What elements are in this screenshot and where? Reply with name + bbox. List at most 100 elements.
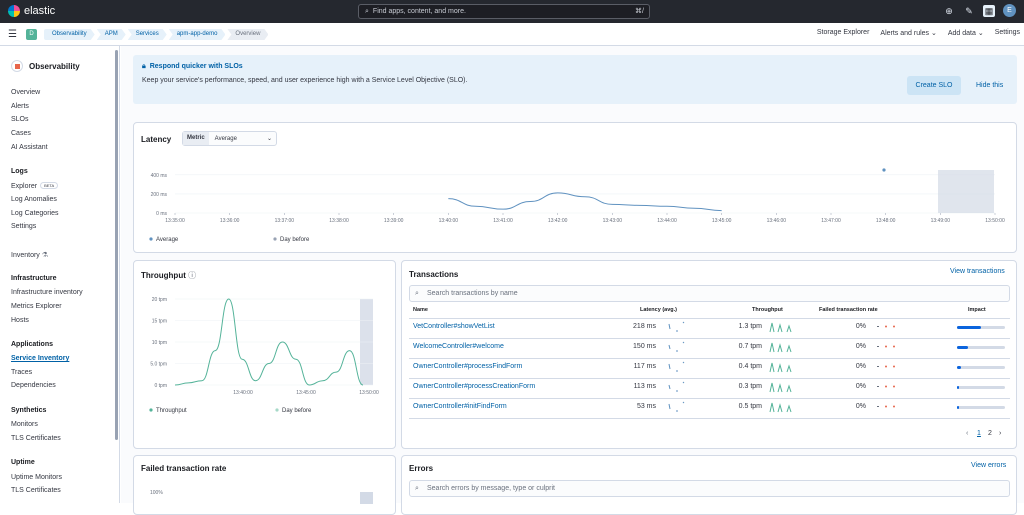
sidebar-item-slos[interactable]: SLOs	[11, 116, 29, 123]
sidebar-section-logs: Logs	[11, 168, 28, 175]
transactions-search-input[interactable]: ⌕ Search transactions by name	[409, 285, 1010, 302]
add-data-menu[interactable]: Add data ⌄	[948, 29, 984, 37]
transaction-name-link[interactable]: OwnerController#processCreationForm	[413, 383, 535, 390]
errors-search-input[interactable]: ⌕ Search errors by message, type or culpr…	[409, 480, 1010, 497]
sidebar-item-ai-assistant[interactable]: AI Assistant	[11, 144, 48, 151]
transaction-name-link[interactable]: OwnerController#processFindForm	[413, 363, 522, 370]
breadcrumb-service[interactable]: apm-app-demo	[169, 29, 226, 40]
impact-bar-fill	[957, 346, 968, 349]
breadcrumb-apm[interactable]: APM	[97, 29, 126, 40]
sidebar-item-traces[interactable]: Traces	[11, 369, 32, 376]
breadcrumb-services[interactable]: Services	[128, 29, 167, 40]
help-icon[interactable]: ⊕	[943, 5, 955, 17]
divider	[409, 338, 1010, 339]
failed-rate-sparkline	[877, 405, 895, 408]
create-slo-button[interactable]: Create SLO	[907, 76, 961, 95]
col-throughput[interactable]: Throughput	[752, 307, 783, 313]
col-impact[interactable]: Impact	[968, 307, 986, 313]
transaction-name-link[interactable]: OwnerController#initFindForm	[413, 403, 507, 410]
impact-bar	[957, 346, 1005, 349]
legend-average-dot	[149, 237, 153, 241]
col-name[interactable]: Name	[413, 307, 428, 313]
sidebar-item-cases[interactable]: Cases	[11, 130, 31, 137]
sidebar-item-service-inventory[interactable]: Service Inventory	[11, 355, 69, 362]
y-tick-label: 0 ms	[156, 211, 167, 217]
space-selector[interactable]: D	[26, 29, 37, 40]
col-latency[interactable]: Latency (avg.)	[640, 307, 677, 313]
latency-chart: 400 ms 200 ms 0 ms 13:35:00 13:36:00 13:37:0…	[149, 168, 1005, 243]
x-tick-label: 13:40:00	[233, 390, 253, 396]
legend-day-before: Day before	[282, 408, 312, 414]
sidebar-item-dependencies[interactable]: Dependencies	[11, 382, 56, 389]
transaction-name-link[interactable]: VetController#showVetList	[413, 323, 495, 330]
latency-value: 117 ms	[633, 363, 656, 370]
x-tick-label: 13:39:00	[384, 218, 404, 224]
sidebar-section-infrastructure: Infrastructure	[11, 275, 57, 282]
search-placeholder: Find apps, content, and more.	[372, 8, 466, 15]
failed-rate-value: 0%	[855, 403, 866, 410]
col-failed-rate[interactable]: Failed transaction rate	[819, 307, 878, 313]
pagination-next[interactable]: ›	[999, 430, 1001, 437]
sidebar-item-uptime-tls[interactable]: TLS Certificates	[11, 487, 61, 494]
settings-link[interactable]: Settings	[995, 29, 1020, 37]
newsfeed-icon[interactable]: ✎	[963, 5, 975, 17]
sidebar-item-hosts[interactable]: Hosts	[11, 317, 29, 324]
sidebar: Observability Overview Alerts SLOs Cases…	[0, 46, 120, 503]
breadcrumb-observability[interactable]: Observability	[44, 29, 95, 40]
pagination-page-2[interactable]: 2	[988, 430, 992, 437]
pagination-page-1[interactable]: 1	[977, 430, 981, 437]
breadcrumb-overview: Overview	[227, 29, 268, 40]
sidebar-item-metrics-explorer[interactable]: Metrics Explorer	[11, 303, 62, 310]
sidebar-scrollbar[interactable]	[115, 50, 118, 440]
impact-bar	[957, 406, 1005, 409]
avatar[interactable]: E	[1003, 4, 1016, 17]
beta-badge: BETA	[40, 182, 59, 189]
impact-bar	[957, 326, 1005, 329]
legend-day-before: Day before	[280, 237, 310, 243]
ai-assistant-icon[interactable]: ▦	[983, 4, 995, 17]
sidebar-item-monitors[interactable]: Monitors	[11, 421, 38, 428]
sidebar-item-alerts[interactable]: Alerts	[11, 103, 29, 110]
incomplete-bucket-shade	[360, 492, 373, 504]
transaction-name-link[interactable]: WelcomeController#welcome	[413, 343, 504, 350]
latency-value: 53 ms	[636, 403, 656, 410]
sidebar-section-synthetics: Synthetics	[11, 407, 47, 414]
search-icon: ⌕	[415, 290, 419, 297]
sidebar-item-infrastructure-inventory[interactable]: Infrastructure inventory	[11, 289, 83, 296]
impact-bar	[957, 386, 1005, 389]
storage-explorer-link[interactable]: Storage Explorer	[817, 29, 870, 37]
y-tick-label: 15 tpm	[152, 319, 167, 325]
hide-callout-button[interactable]: Hide this	[976, 82, 1003, 89]
sidebar-item-overview[interactable]: Overview	[11, 89, 40, 96]
elastic-logo[interactable]: elastic	[8, 5, 55, 17]
sidebar-item-logs-settings[interactable]: Settings	[11, 223, 36, 230]
metric-select[interactable]: Metric Average ⌄	[182, 131, 277, 146]
view-errors-link[interactable]: View errors	[971, 462, 1006, 469]
latency-value: 150 ms	[633, 343, 656, 350]
sidebar-item-tls-certificates[interactable]: TLS Certificates	[11, 435, 61, 442]
latency-sparkline	[668, 401, 685, 412]
app-name: elastic	[24, 5, 56, 17]
menu-icon[interactable]: ☰	[8, 29, 17, 40]
lock-icon: 🔒︎	[142, 63, 146, 70]
legend-throughput-dot	[149, 408, 153, 412]
latency-sparkline	[668, 381, 685, 392]
y-tick-label: 5.0 tpm	[150, 362, 167, 368]
global-search-input[interactable]: ⌕ Find apps, content, and more. ⌘/	[358, 4, 650, 19]
sidebar-item-uptime-monitors[interactable]: Uptime Monitors	[11, 474, 62, 481]
alerts-rules-menu[interactable]: Alerts and rules ⌄	[880, 29, 936, 37]
sidebar-item-explorer[interactable]: Explorer BETA	[11, 182, 59, 190]
sidebar-section-applications: Applications	[11, 341, 54, 348]
view-transactions-link[interactable]: View transactions	[950, 268, 1005, 275]
x-tick-label: 13:50:00	[985, 218, 1005, 224]
sidebar-item-log-anomalies[interactable]: Log Anomalies	[11, 196, 57, 203]
sidebar-item-log-categories[interactable]: Log Categories	[11, 210, 58, 217]
sidebar-item-label: Explorer	[11, 183, 38, 190]
pagination-prev[interactable]: ‹	[966, 430, 968, 437]
search-shortcut: ⌘/	[635, 8, 644, 15]
x-tick-label: 13:38:00	[329, 218, 349, 224]
sidebar-item-inventory[interactable]: Inventory ⚗	[11, 251, 48, 259]
latency-sparkline	[668, 361, 685, 372]
sidebar-item-label: Inventory	[11, 252, 40, 259]
throughput-value: 0.4 tpm	[738, 363, 762, 370]
